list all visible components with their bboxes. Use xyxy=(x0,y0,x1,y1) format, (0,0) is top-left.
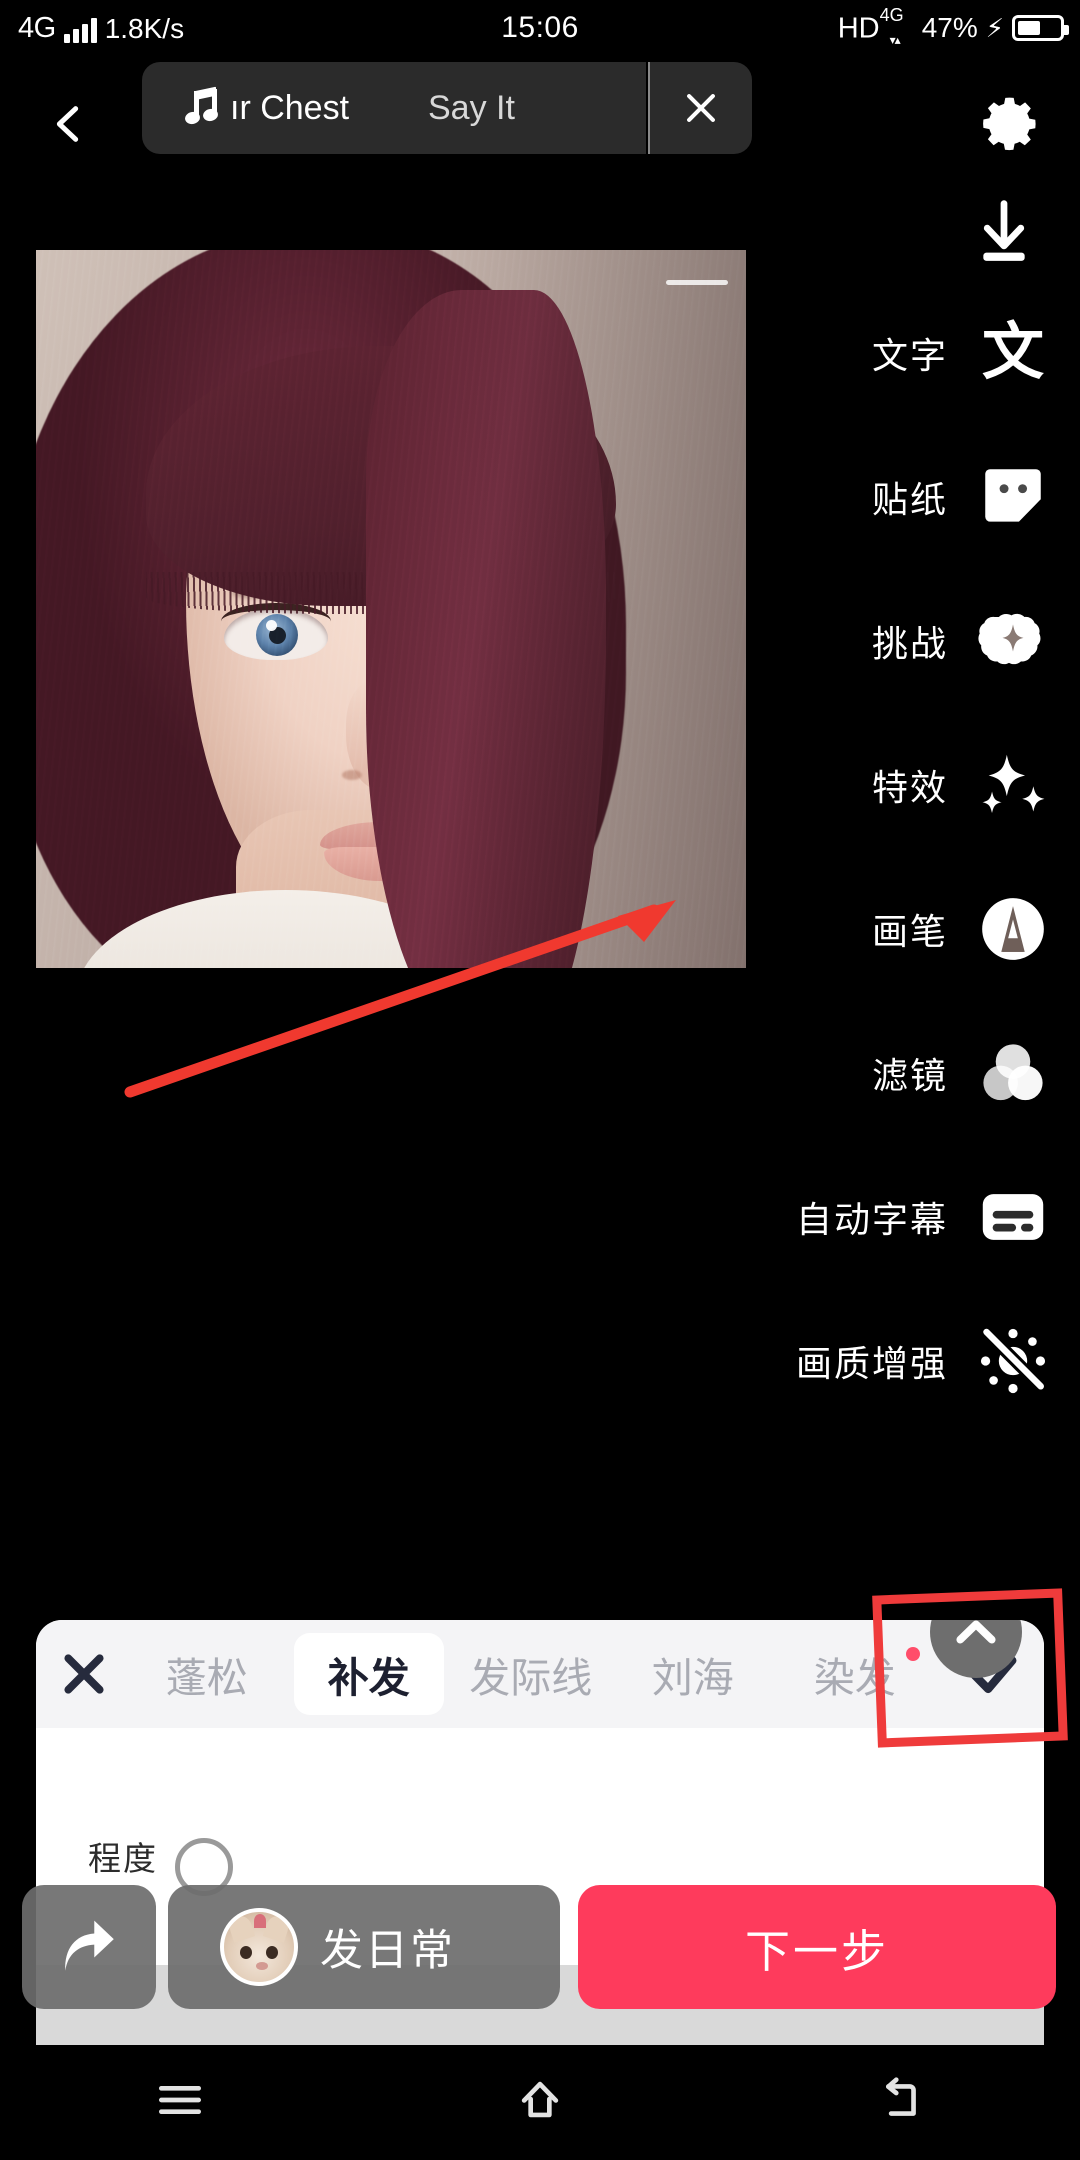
nav-back-button[interactable] xyxy=(840,2040,960,2160)
tab-liuhai[interactable]: 刘海 xyxy=(618,1633,768,1715)
close-icon xyxy=(64,1654,104,1694)
hd-indicator: HD4G▾▴ xyxy=(837,5,904,47)
back-icon xyxy=(886,2077,916,2116)
auto-captions-icon xyxy=(976,1180,1050,1254)
app-screen: 4G 1.8K/s 15:06 HD4G▾▴ 47% ⚡ ır Chest Sa… xyxy=(0,0,1080,2160)
sparkles-effects-icon xyxy=(976,748,1050,822)
post-daily-label: 发日常 xyxy=(320,1927,455,1975)
tool-item-effects[interactable]: 特效 xyxy=(660,732,1080,838)
download-button[interactable] xyxy=(964,192,1044,272)
tool-label: 滤镜 xyxy=(871,1055,948,1096)
menu-icon xyxy=(159,2086,202,2114)
tool-item-quality-enhance[interactable]: 画质增强 xyxy=(660,1308,1080,1414)
annotation-highlight-box xyxy=(872,1588,1068,1748)
tool-item-text[interactable]: 文字 文 xyxy=(660,300,1080,406)
tab-faji-xian[interactable]: 发际线 xyxy=(456,1633,606,1715)
tool-item-challenge[interactable]: 挑战 xyxy=(660,588,1080,694)
canvas-drag-handle[interactable] xyxy=(666,280,728,285)
close-icon xyxy=(687,94,715,122)
tool-label: 特效 xyxy=(871,767,948,808)
tab-label: 补发 xyxy=(327,1655,410,1701)
filter-circles-icon xyxy=(976,1036,1050,1110)
video-preview-canvas[interactable] xyxy=(36,250,746,968)
tool-item-filter[interactable]: 滤镜 xyxy=(660,1020,1080,1126)
chevron-left-icon xyxy=(56,106,79,142)
post-daily-button[interactable]: 发日常 xyxy=(168,1885,560,2009)
tool-item-sticker[interactable]: 贴纸 xyxy=(660,444,1080,550)
settings-button[interactable] xyxy=(964,80,1052,168)
tool-label: 文字 xyxy=(871,335,948,376)
music-track-pill[interactable]: ır Chest Say It xyxy=(142,62,646,154)
tab-label: 刘海 xyxy=(651,1655,734,1701)
preview-photo xyxy=(36,250,746,968)
next-step-label: 下一步 xyxy=(744,1925,889,1977)
nav-home-button[interactable] xyxy=(480,2040,600,2160)
nav-menu-button[interactable] xyxy=(120,2040,240,2160)
cat-avatar xyxy=(220,1908,298,1986)
share-button[interactable] xyxy=(22,1885,156,2009)
charging-bolt-icon: ⚡ xyxy=(985,12,1004,43)
tool-label: 挑战 xyxy=(871,623,948,664)
panel-tabs: 蓬松 补发 发际线 刘海 染发 xyxy=(132,1620,942,1728)
challenge-star-icon xyxy=(976,604,1050,678)
home-icon xyxy=(521,2081,559,2118)
tool-item-brush[interactable]: 画笔 xyxy=(660,876,1080,982)
tool-label: 贴纸 xyxy=(871,479,948,520)
share-arrow-icon xyxy=(65,1920,114,1971)
tab-bufa[interactable]: 补发 xyxy=(293,1633,444,1715)
download-icon xyxy=(983,200,1025,261)
gear-icon xyxy=(983,97,1036,151)
status-bar-right: HD4G▾▴ 47% ⚡ xyxy=(837,5,1069,47)
tool-label: 画质增强 xyxy=(795,1343,948,1384)
tab-label: 发际线 xyxy=(469,1655,593,1701)
text-icon: 文 xyxy=(981,318,1044,387)
tool-label: 自动字幕 xyxy=(795,1199,948,1240)
battery-icon xyxy=(1012,15,1069,41)
tab-label: 蓬松 xyxy=(165,1655,248,1701)
tool-item-auto-captions[interactable]: 自动字幕 xyxy=(660,1164,1080,1270)
next-step-button[interactable]: 下一步 xyxy=(578,1885,1056,2009)
music-note-icon xyxy=(183,86,220,127)
degree-slider-label: 程度 xyxy=(88,1840,158,1877)
bottom-action-bar: 发日常 下一步 xyxy=(0,1885,1080,2009)
quality-enhance-off-icon xyxy=(976,1324,1050,1398)
editing-tool-rail: 文字 文 贴纸 挑战 特效 画笔 滤镜 自动字幕 画质增强 xyxy=(660,300,1080,1452)
tab-pengsong[interactable]: 蓬松 xyxy=(132,1633,282,1715)
android-nav-bar xyxy=(0,2040,1080,2160)
music-close-button[interactable] xyxy=(648,62,752,154)
music-artist-label: Say It xyxy=(428,88,515,127)
panel-close-button[interactable] xyxy=(36,1620,132,1728)
music-title-label: ır Chest xyxy=(230,88,350,127)
brush-icon xyxy=(976,892,1050,966)
back-button[interactable] xyxy=(28,84,108,164)
status-bar: 4G 1.8K/s 15:06 HD4G▾▴ 47% ⚡ xyxy=(0,0,1080,56)
tool-label: 画笔 xyxy=(871,911,948,952)
sticker-icon xyxy=(976,460,1050,534)
battery-percent-label: 47% xyxy=(921,12,978,43)
